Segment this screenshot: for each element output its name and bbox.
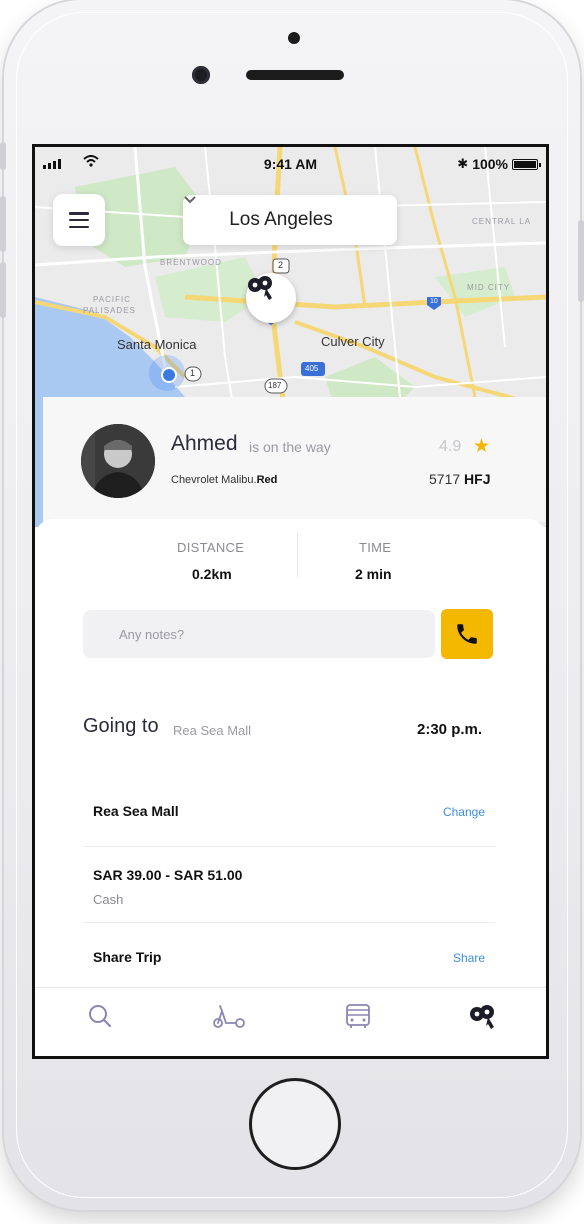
distance-value: 0.2km xyxy=(192,566,232,582)
map-label-mid-city: MID CITY xyxy=(467,283,511,292)
stat-divider xyxy=(297,533,298,577)
driver-rating: 4.9 xyxy=(439,438,462,455)
nav-search[interactable] xyxy=(80,998,120,1034)
earpiece-speaker xyxy=(246,70,344,80)
car-model-name: Chevrolet Malibu. xyxy=(171,474,257,486)
bluetooth-icon: ✱ xyxy=(457,156,469,171)
fare-row: SAR 39.00 - SAR 51.00 Cash xyxy=(83,847,495,923)
nav-bus[interactable] xyxy=(338,998,378,1034)
bottom-nav xyxy=(35,987,546,1056)
star-icon: ★ xyxy=(473,436,491,457)
license-plate: 5717 HFJ xyxy=(429,471,491,487)
route-shield-405: 405 xyxy=(305,364,319,373)
mute-switch xyxy=(0,142,6,170)
screen: BRENTWOOD PACIFIC PALISADES MID CITY CEN… xyxy=(32,144,549,1059)
call-driver-button[interactable] xyxy=(441,609,493,659)
map-label-central-la: CENTRAL LA xyxy=(472,217,532,226)
map-label-culver-city: Culver City xyxy=(321,334,385,349)
fare-range: SAR 39.00 - SAR 51.00 xyxy=(93,867,243,883)
driver-avatar xyxy=(81,424,155,498)
driver-status: is on the way xyxy=(249,439,331,455)
nav-scooter[interactable] xyxy=(209,998,249,1034)
change-destination-link[interactable]: Change xyxy=(443,805,485,819)
time-label: TIME xyxy=(359,540,392,555)
city-selector[interactable]: Los Angeles xyxy=(183,195,397,245)
plate-number: 5717 xyxy=(429,471,461,487)
driver-card: Ahmed is on the way 4.9 ★ Chevrolet Mali… xyxy=(43,397,546,522)
route-shield-187: 187 xyxy=(268,381,282,390)
bus-icon xyxy=(346,1004,370,1028)
driver-location-marker[interactable] xyxy=(246,273,296,323)
car-model: Chevrolet Malibu.Red xyxy=(171,474,277,486)
destination-title: Rea Sea Mall xyxy=(93,803,179,819)
share-trip-title: Share Trip xyxy=(93,949,162,965)
car-keys-icon xyxy=(470,1005,494,1029)
phone-icon xyxy=(457,624,477,644)
volume-up-button xyxy=(0,196,6,252)
car-keys-icon xyxy=(248,276,272,300)
destination-row[interactable]: Rea Sea Mall Change xyxy=(83,777,495,847)
scooter-icon xyxy=(213,1005,245,1028)
notes-input[interactable] xyxy=(83,610,435,658)
route-shield-10: 10 xyxy=(430,298,438,305)
home-button[interactable] xyxy=(249,1078,341,1170)
city-name: Los Angeles xyxy=(229,209,333,230)
proximity-sensor xyxy=(288,32,300,44)
route-shield-2: 2 xyxy=(278,260,284,270)
menu-button[interactable] xyxy=(53,194,105,246)
search-icon xyxy=(89,1005,112,1028)
map-label-pacific: PACIFIC xyxy=(93,295,131,304)
plate-code: HFJ xyxy=(464,471,491,487)
power-button xyxy=(578,220,584,302)
trip-sheet: DISTANCE 0.2km TIME 2 min Going to Rea S… xyxy=(35,519,546,984)
current-location-marker xyxy=(149,355,185,391)
arrival-time: 2:30 p.m. xyxy=(417,721,483,738)
status-bar: 9:41 AM ✱ 100% xyxy=(35,147,546,181)
app-view: BRENTWOOD PACIFIC PALISADES MID CITY CEN… xyxy=(35,147,546,1056)
driver-name: Ahmed xyxy=(171,432,238,455)
car-color: Red xyxy=(256,474,278,486)
payment-method: Cash xyxy=(93,892,124,907)
hamburger-icon xyxy=(69,212,89,228)
map-label-santa-monica: Santa Monica xyxy=(117,337,197,352)
going-to-label: Going to xyxy=(83,715,159,737)
share-trip-row[interactable]: Share Trip Share xyxy=(83,923,495,987)
nav-ride[interactable] xyxy=(463,998,503,1034)
time-value: 2 min xyxy=(355,566,392,582)
distance-label: DISTANCE xyxy=(177,540,245,555)
battery-percent: 100% xyxy=(472,156,508,172)
front-camera xyxy=(192,66,210,84)
battery-icon xyxy=(512,158,541,170)
map-label-palisades: PALISADES xyxy=(83,306,136,315)
going-to-destination: Rea Sea Mall xyxy=(173,723,252,738)
volume-down-button xyxy=(0,262,6,318)
share-link[interactable]: Share xyxy=(453,951,485,965)
route-shield-1: 1 xyxy=(190,368,196,378)
map-label-brentwood: BRENTWOOD xyxy=(160,258,222,267)
